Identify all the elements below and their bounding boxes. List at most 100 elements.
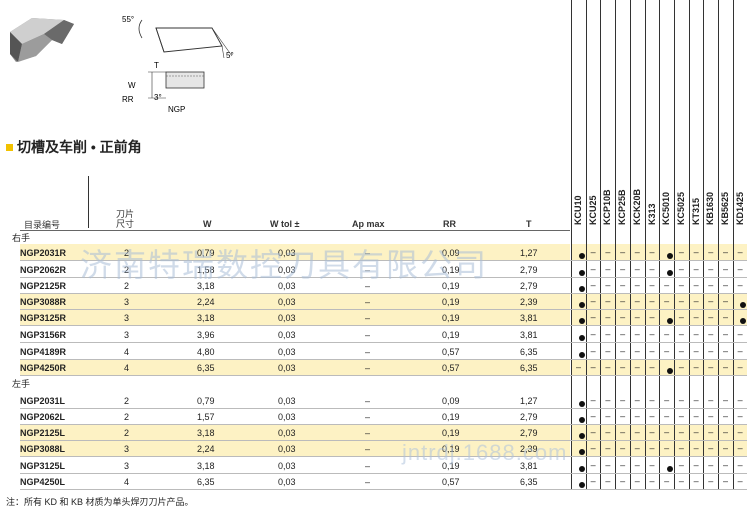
unavailable-mark: – [722,427,728,437]
cell-code: NGP3088L [20,444,66,454]
unavailable-mark: – [620,329,626,339]
cell-code: NGP4189R [20,347,67,357]
cell-code: NGP2031L [20,396,66,406]
unavailable-mark: – [678,280,684,290]
unavailable-mark: – [678,427,684,437]
unavailable-mark: – [737,427,743,437]
group-left-label: 左手 [12,379,31,389]
unavailable-mark: – [678,346,684,356]
cell-t: 2,79 [520,281,538,291]
unavailable-mark: – [708,411,714,421]
unavailable-mark: – [678,362,684,372]
unavailable-mark: – [590,411,596,421]
unavailable-mark: – [605,443,611,453]
unavailable-mark: – [605,460,611,470]
unavailable-mark: – [678,411,684,421]
unavailable-mark: – [664,443,670,453]
unavailable-mark: – [620,443,626,453]
section-title-text: 切槽及车削 • 正前角 [17,139,142,155]
unavailable-mark: – [634,427,640,437]
unavailable-mark: – [590,312,596,322]
unavailable-mark: – [678,460,684,470]
cell-w: 3,18 [197,461,215,471]
unavailable-mark: – [693,443,699,453]
cell-t: 2,79 [520,265,538,275]
unavailable-mark: – [693,395,699,405]
cell-ap: – [365,313,371,323]
cell-t: 2,39 [520,297,538,307]
unavailable-mark: – [722,395,728,405]
unavailable-mark: – [620,264,626,274]
unavailable-mark: – [590,247,596,257]
unavailable-mark: – [678,329,684,339]
drawing-angle-top: 55° [122,15,134,24]
unavailable-mark: – [634,395,640,405]
unavailable-mark: – [708,346,714,356]
unavailable-mark: – [708,280,714,290]
unavailable-mark: – [605,476,611,486]
grade-header-kck20b: KCK20B [631,188,642,225]
unavailable-mark: – [693,427,699,437]
header-rr: RR [443,219,456,229]
unavailable-mark: – [722,247,728,257]
unavailable-mark: – [737,460,743,470]
unavailable-mark: – [722,346,728,356]
cell-wtol: 0,03 [278,412,296,422]
unavailable-mark: – [664,280,670,290]
cell-code: NGP4250L [20,477,66,487]
unavailable-mark: – [605,312,611,322]
cell-wtol: 0,03 [278,313,296,323]
unavailable-mark: – [708,460,714,470]
grade-header-kcp10b: KCP10B [602,189,613,225]
cell-w: 3,18 [197,313,215,323]
group-right-label: 右手 [12,233,31,243]
grade-header-kc5010: KC5010 [661,191,672,225]
insert-drawing: 55° 5° T W RR 3° NGP [122,15,234,114]
unavailable-mark: – [620,312,626,322]
unavailable-mark: – [693,411,699,421]
footnote: 注：所有 KD 和 KB 材质为单头焊刃刀片产品。 [6,497,194,507]
cell-wtol: 0,03 [278,330,296,340]
unavailable-mark: – [649,296,655,306]
cell-rr: 0,19 [442,313,460,323]
cell-w: 1,57 [197,412,215,422]
row-divider [20,342,747,343]
unavailable-mark: – [649,476,655,486]
table-row: NGP3125R 3 3,18 0,03–0,19 3,81– – – – – – – – – [0,310,747,326]
cell-wtol: 0,03 [278,477,296,487]
unavailable-mark: – [590,362,596,372]
unavailable-mark: – [590,280,596,290]
unavailable-mark: – [605,411,611,421]
unavailable-mark: – [634,329,640,339]
unavailable-mark: – [693,346,699,356]
unavailable-mark: – [590,427,596,437]
cell-code: NGP2062R [20,265,67,275]
unavailable-mark: – [722,460,728,470]
cell-wtol: 0,03 [278,428,296,438]
unavailable-mark: – [649,346,655,356]
unavailable-mark: – [678,264,684,274]
unavailable-mark: – [722,312,728,322]
unavailable-mark: – [605,296,611,306]
unavailable-mark: – [693,247,699,257]
grade-header-k313: K313 [646,203,657,225]
unavailable-mark: – [722,443,728,453]
unavailable-mark: – [634,362,640,372]
cell-w: 2,24 [197,297,215,307]
row-divider [20,375,747,376]
unavailable-mark: – [708,329,714,339]
cell-ap: – [365,428,371,438]
cell-t: 3,81 [520,313,538,323]
cell-wtol: 0,03 [278,347,296,357]
cell-t: 3,81 [520,330,538,340]
unavailable-mark: – [649,329,655,339]
table-row: NGP3156R 3 3,96 0,03–0,19 3,81– – – – – – – – – – – [0,327,747,343]
unavailable-mark: – [693,280,699,290]
unavailable-mark: – [664,296,670,306]
unavailable-mark: – [737,362,743,372]
header-w: W [203,219,212,229]
header-t: T [526,219,532,229]
unavailable-mark: – [605,346,611,356]
unavailable-mark: – [620,395,626,405]
cell-t: 1,27 [520,248,538,258]
